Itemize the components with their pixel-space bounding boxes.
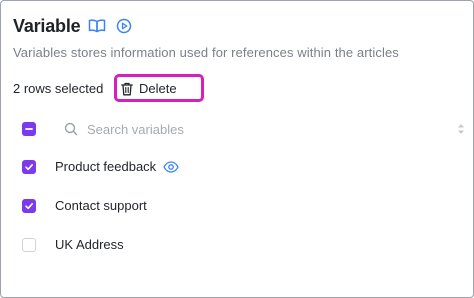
delete-button-label: Delete	[139, 81, 177, 96]
search-input[interactable]	[87, 119, 427, 139]
row-label: Contact support	[55, 198, 147, 213]
page-description: Variables stores information used for re…	[13, 45, 399, 60]
row-checkbox[interactable]	[22, 238, 36, 252]
row-label: Product feedback	[55, 159, 157, 174]
sort-icon[interactable]	[457, 122, 465, 141]
row-label: UK Address	[55, 237, 124, 252]
selection-bar: 2 rows selected	[13, 76, 103, 100]
row-checkbox[interactable]	[22, 160, 36, 174]
trash-icon	[121, 82, 133, 96]
search-icon	[64, 122, 78, 141]
play-circle-icon[interactable]	[116, 18, 132, 34]
book-icon[interactable]	[88, 19, 106, 33]
selected-count: 2 rows selected	[13, 80, 104, 96]
title-row: Variable	[13, 14, 132, 38]
row-checkbox[interactable]	[22, 199, 36, 213]
delete-button[interactable]: Delete	[121, 79, 177, 98]
page-title: Variable	[13, 15, 81, 36]
select-all-checkbox[interactable]	[22, 122, 36, 136]
eye-icon[interactable]	[163, 160, 179, 179]
